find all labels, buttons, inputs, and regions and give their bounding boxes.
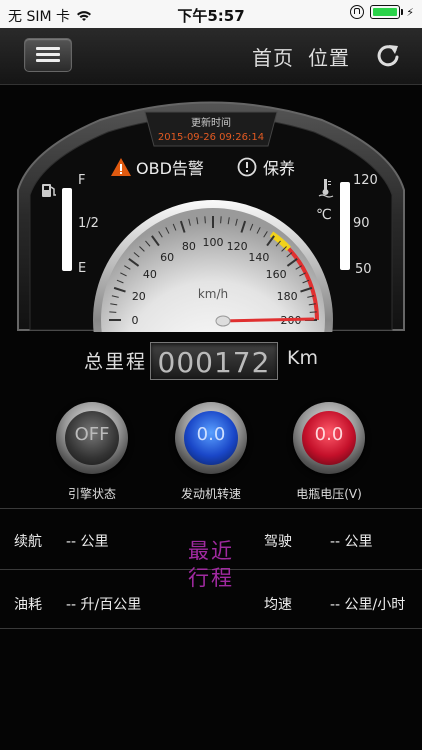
odometer-display: 000172 [150,342,278,380]
fuel-pump-icon [42,184,56,197]
speedometer-tick-label: 100 [203,236,224,249]
speedometer-needle [219,317,315,323]
odometer-value: 000172 [157,346,271,379]
fuel-bar [62,188,72,271]
speedometer-tick-label: 0 [132,314,139,327]
recent-trip-panel[interactable]: 续航 -- 公里 驾驶 -- 公里 油耗 -- 升/百公里 均速 -- 公里/小… [0,508,422,629]
speedometer-tick-label: 40 [143,268,157,281]
nav-bar: 首页 位置 [0,28,422,85]
speedometer-tick-label: 120 [227,240,248,253]
engine-rpm-value: 0.0 [196,424,226,445]
speedometer-tick-label: 160 [266,268,287,281]
battery-voltage-value: 0.0 [314,424,344,445]
fuel-consumption-value: -- 升/百公里 [66,597,142,613]
engine-rpm-indicator[interactable]: 0.0 [175,402,247,474]
average-speed-value: -- 公里/小时 [330,597,406,613]
status-bar: 无 SIM 卡 下午5:57 ⚡ [0,0,422,28]
engine-status-caption: 引擎状态 [67,487,116,501]
battery-voltage-caption: 电瓶电压(V) [296,487,362,501]
update-label: 更新时间 [191,118,231,129]
engine-rpm-caption: 发动机转速 [180,487,241,501]
drive-value: -- 公里 [330,534,373,550]
engine-status-indicator[interactable]: OFF [56,402,128,474]
battery-icon [370,5,404,19]
recent-trip-title-line1: 最近 [188,539,234,563]
coolant-temperature-icon [318,179,334,198]
speedometer-tick-label: 180 [277,290,298,303]
hamburger-icon [36,47,60,50]
odometer-label: 总里程 [84,351,148,373]
speedometer-tick-label: 20 [132,290,146,303]
odometer-unit: Km [287,347,318,369]
average-speed-label: 均速 [264,597,292,613]
battery-voltage-indicator[interactable]: 0.0 [293,402,365,474]
speedometer-tick-label: 60 [160,251,174,264]
maintenance-alert[interactable]: 保养 [237,155,295,179]
engine-status-value: OFF [74,424,110,445]
menu-button[interactable] [24,38,72,72]
divider [0,508,422,509]
rotation-lock-icon [350,5,365,19]
speedometer-minor-tick [220,216,222,224]
odometer-row: 总里程 000172 Km [0,340,422,380]
recent-trip-title[interactable]: 最近 行程 [178,538,244,598]
speedometer-minor-tick [109,311,117,313]
temp-unit-label: ℃ [316,207,332,223]
maintenance-label: 保养 [263,159,296,178]
speedometer-minor-tick [309,311,317,313]
temp-mid-label: 90 [353,216,370,231]
warning-triangle-icon [111,158,131,176]
speedometer-unit: km/h [198,287,228,301]
drive-label: 驾驶 [264,534,292,550]
update-time-panel: 更新时间 2015-09-26 09:26:14 [148,112,274,148]
fuel-empty-label: E [78,261,87,276]
charging-icon: ⚡ [406,5,414,19]
fuel-half-label: 1/2 [78,216,99,231]
speedometer-minor-tick [204,216,206,224]
temp-high-label: 120 [353,173,378,188]
obd-alert-label: OBD告警 [136,159,204,178]
speedometer-tick-label: 140 [248,251,269,264]
info-circle-icon [237,157,257,177]
range-value: -- 公里 [66,534,109,550]
speedometer-tick-label: 80 [182,240,196,253]
nav-home-link[interactable]: 首页 [252,42,294,71]
recent-trip-title-line2: 行程 [188,566,234,590]
range-label: 续航 [14,534,42,550]
divider [0,628,422,629]
nav-location-link[interactable]: 位置 [308,42,350,71]
temp-low-label: 50 [355,262,372,277]
obd-alert[interactable]: OBD告警 [110,155,204,179]
fuel-consumption-label: 油耗 [14,597,42,613]
temperature-bar [340,182,350,270]
update-timestamp: 2015-09-26 09:26:14 [157,132,265,143]
fuel-full-label: F [78,173,86,188]
refresh-icon[interactable] [374,42,402,70]
speedometer-needle-hub [215,315,231,327]
